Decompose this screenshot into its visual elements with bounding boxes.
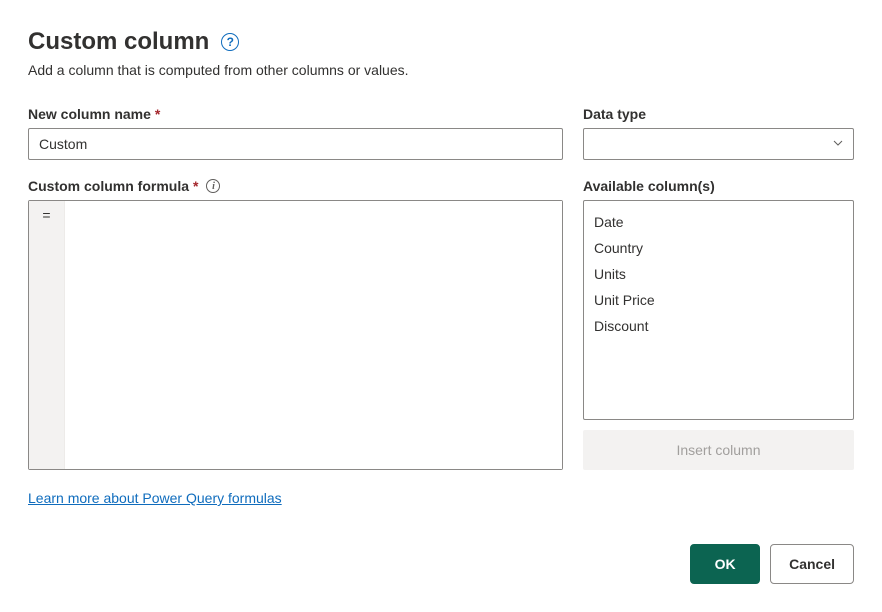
dialog-subtitle: Add a column that is computed from other… [28, 62, 854, 78]
list-item[interactable]: Country [594, 235, 843, 261]
dialog-footer: OK Cancel [28, 544, 854, 584]
formula-gutter: = [29, 201, 65, 469]
formula-row: Custom column formula * i = Learn more a… [28, 178, 854, 506]
formula-label-text: Custom column formula [28, 178, 189, 194]
help-icon[interactable]: ? [221, 33, 239, 51]
learn-more-link[interactable]: Learn more about Power Query formulas [28, 490, 282, 506]
list-item[interactable]: Units [594, 261, 843, 287]
available-columns-label: Available column(s) [583, 178, 854, 194]
available-columns-label-text: Available column(s) [583, 178, 715, 194]
column-name-label: New column name * [28, 106, 563, 122]
data-type-select[interactable] [583, 128, 854, 160]
formula-label: Custom column formula * i [28, 178, 563, 194]
cancel-button[interactable]: Cancel [770, 544, 854, 584]
ok-button[interactable]: OK [690, 544, 760, 584]
required-indicator: * [193, 178, 198, 194]
data-type-label: Data type [583, 106, 854, 122]
insert-column-button[interactable]: Insert column [583, 430, 854, 470]
column-name-label-text: New column name [28, 106, 151, 122]
dialog-header: Custom column ? [28, 28, 854, 56]
info-icon[interactable]: i [206, 179, 220, 193]
top-fields-row: New column name * Data type [28, 106, 854, 160]
data-type-label-text: Data type [583, 106, 646, 122]
formula-editor: = [28, 200, 563, 470]
list-item[interactable]: Date [594, 209, 843, 235]
column-name-input[interactable] [28, 128, 563, 160]
list-item[interactable]: Discount [594, 313, 843, 339]
required-indicator: * [155, 106, 160, 122]
dialog-title: Custom column [28, 28, 209, 56]
formula-textarea[interactable] [65, 201, 562, 469]
list-item[interactable]: Unit Price [594, 287, 843, 313]
available-columns-list: Date Country Units Unit Price Discount [583, 200, 854, 420]
